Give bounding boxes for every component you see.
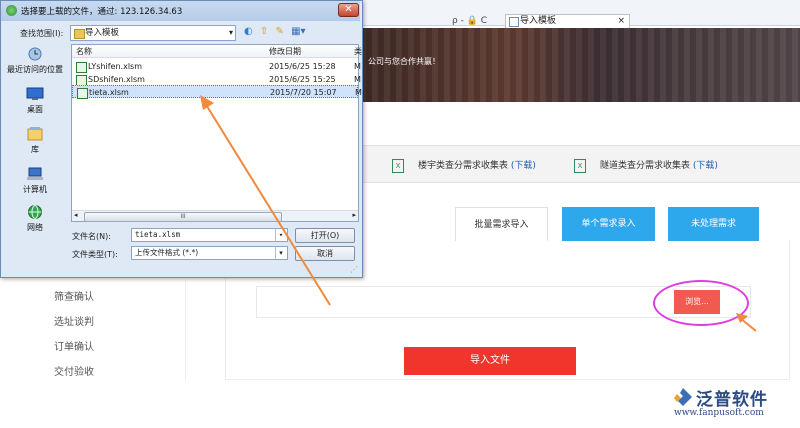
download-tunnel[interactable]: X 隧道类查分需求收集表 (下载)	[574, 158, 718, 173]
column-type[interactable]: 类	[354, 46, 362, 57]
download-building-text: 楼宇类查分需求收集表	[418, 161, 509, 171]
browser-tab-title: 导入模板	[520, 16, 557, 26]
filetype-label: 文件类型(T):	[72, 250, 118, 259]
nav-item-site-negotiation[interactable]: 选址谈判	[54, 313, 94, 328]
network-globe-icon	[28, 205, 42, 219]
look-in-select[interactable]: 导入模板 ▾	[70, 25, 236, 41]
place-computer[interactable]: 计算机	[4, 166, 66, 195]
file-date: 2015/7/20 15:07	[270, 88, 337, 97]
highlight-ellipse	[653, 280, 749, 326]
download-tunnel-text: 隧道类查分需求收集表	[600, 161, 691, 171]
excel-icon: X	[392, 158, 404, 173]
resize-grip-icon[interactable]: ⋰	[350, 265, 360, 275]
chevron-down-icon[interactable]: ▾	[275, 247, 286, 259]
filetype-select[interactable]: 上传文件格式 (*.*) ▾	[131, 246, 288, 260]
place-desktop-label: 桌面	[27, 105, 43, 114]
place-network[interactable]: 网络	[4, 204, 66, 233]
place-library[interactable]: 库	[4, 126, 66, 155]
download-building[interactable]: X 楼宇类查分需求收集表 (下载)	[392, 158, 536, 173]
dialog-title: 选择要上载的文件，通过: 123.126.34.63	[21, 7, 183, 17]
chevron-down-icon[interactable]: ▾	[229, 26, 233, 40]
places-bar: 最近访问的位置 桌面 库 计算机 网络	[4, 44, 66, 242]
scroll-thumb[interactable]: III	[84, 212, 282, 222]
tab-unprocessed[interactable]: 未处理需求	[668, 207, 759, 241]
dialog-nav-icons: ◐ ⇧ ✎ ▦▾	[244, 26, 314, 40]
filetype-value: 上传文件格式 (*.*)	[135, 248, 199, 257]
recent-places-icon	[28, 47, 42, 61]
library-icon	[27, 127, 43, 141]
folder-icon	[74, 29, 85, 39]
tab-batch-import[interactable]: 批量需求导入	[455, 207, 548, 241]
excel-file-icon	[76, 62, 87, 73]
dialog-titlebar[interactable]: 选择要上载的文件，通过: 123.126.34.63	[1, 1, 360, 21]
nav-item-delivery[interactable]: 交付验收	[54, 363, 94, 378]
back-icon[interactable]: ◐	[244, 26, 253, 37]
scroll-left-icon[interactable]: ◂	[74, 211, 78, 219]
logo-url: www.fanpusoft.com	[674, 408, 764, 418]
page-icon	[509, 17, 519, 27]
file-row-selected[interactable]: tieta.xlsm 2015/7/20 15:07 M	[72, 85, 362, 99]
file-type: M	[354, 62, 361, 71]
file-type: M	[355, 88, 362, 97]
excel-file-icon	[77, 88, 88, 99]
column-modified[interactable]: 修改日期	[269, 46, 301, 57]
file-row[interactable]: LYshifen.xlsm 2015/6/25 15:28 M	[72, 60, 361, 73]
browser-icon	[6, 5, 17, 16]
dialog-close-button[interactable]: ✕	[338, 3, 359, 17]
address-bar-icons[interactable]: ρ - 🔒 C	[452, 16, 502, 28]
tab-close-icon[interactable]: ×	[617, 15, 625, 27]
up-folder-icon[interactable]: ⇧	[260, 26, 268, 37]
nav-item-order-confirm[interactable]: 订单确认	[54, 338, 94, 353]
download-building-link[interactable]: (下载)	[511, 161, 536, 171]
filename-value: tieta.xlsm	[135, 230, 181, 239]
place-library-label: 库	[31, 145, 39, 154]
file-list-header: 名称 修改日期 类	[72, 45, 362, 58]
place-desktop[interactable]: 桌面	[4, 86, 66, 115]
view-menu-icon[interactable]: ▦▾	[291, 26, 305, 37]
filename-label: 文件名(N):	[72, 232, 111, 241]
nav-item-screening[interactable]: 筛查确认	[54, 288, 94, 303]
computer-icon	[27, 167, 43, 180]
file-name: LYshifen.xlsm	[88, 62, 143, 71]
scroll-right-icon[interactable]: ▸	[352, 211, 356, 219]
place-network-label: 网络	[27, 223, 43, 232]
look-in-label: 查找范围(I):	[20, 29, 64, 38]
download-tunnel-link[interactable]: (下载)	[693, 161, 718, 171]
open-button[interactable]: 打开(O)	[295, 228, 355, 243]
file-name: tieta.xlsm	[89, 88, 129, 97]
excel-icon: X	[574, 158, 586, 173]
fanpu-logo: 泛普软件 www.fanpusoft.com	[662, 384, 798, 424]
import-file-button[interactable]: 导入文件	[404, 347, 576, 375]
sidebar-nav: 筛查确认 选址谈判 订单确认 交付验收	[16, 280, 186, 380]
cancel-button[interactable]: 取消	[295, 246, 355, 261]
file-date: 2015/6/25 15:28	[269, 62, 336, 71]
chevron-down-icon[interactable]: ▾	[275, 229, 286, 241]
logo-mark-icon	[674, 388, 692, 406]
horizontal-scrollbar[interactable]: ◂ III ▸	[72, 210, 358, 222]
place-recent-label: 最近访问的位置	[7, 65, 63, 74]
filename-input[interactable]: tieta.xlsm ▾	[131, 228, 288, 242]
place-computer-label: 计算机	[23, 185, 47, 194]
place-recent[interactable]: 最近访问的位置	[4, 46, 66, 75]
logo-name: 泛普软件	[696, 390, 768, 410]
new-folder-icon[interactable]: ✎	[276, 26, 284, 37]
browser-tab[interactable]: 导入模板 ×	[505, 14, 630, 28]
tab-single-entry[interactable]: 单个需求录入	[562, 207, 655, 241]
look-in-value: 导入模板	[85, 28, 120, 38]
banner-slogan: 公司与您合作共赢！	[368, 57, 440, 66]
column-name[interactable]: 名称	[76, 46, 92, 57]
desktop-icon	[26, 87, 44, 100]
